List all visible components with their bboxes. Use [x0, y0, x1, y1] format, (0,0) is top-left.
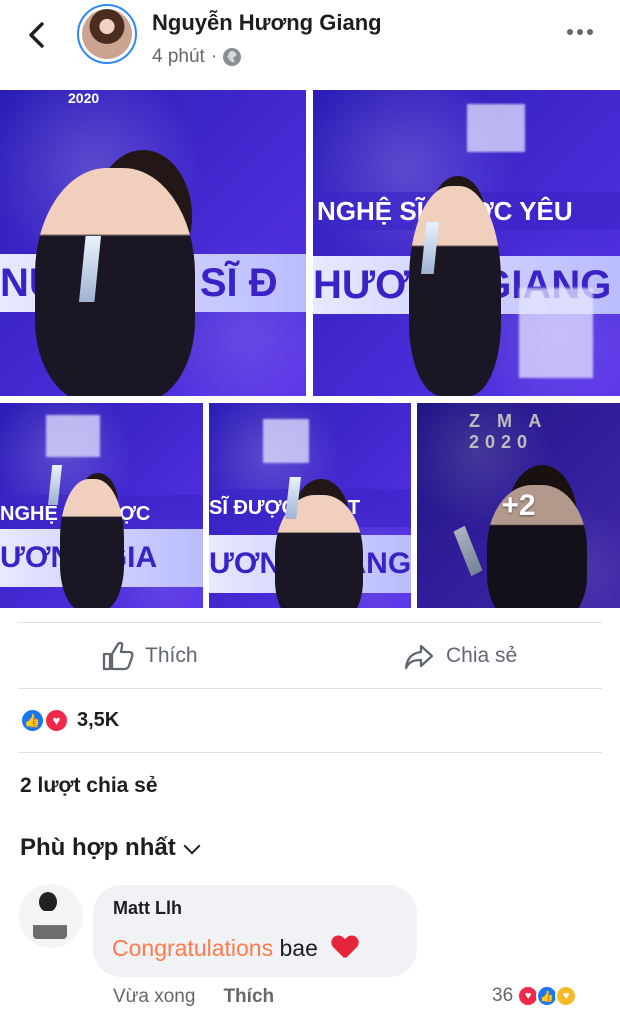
post-header: Nguyễn Hương Giang 4 phút ·	[0, 0, 620, 82]
photo-5[interactable]: Z M A 2020 +2	[417, 403, 620, 608]
commenter-avatar[interactable]	[19, 884, 83, 948]
author-name[interactable]: Nguyễn Hương Giang	[152, 10, 382, 36]
more-dot-icon	[577, 29, 583, 35]
woman-figure	[35, 168, 195, 396]
share-label: Chia sẻ	[446, 644, 518, 667]
like-button[interactable]: Thích	[100, 636, 198, 676]
reaction-summary[interactable]: 👍 ♥ 3,5K	[20, 708, 119, 733]
author-avatar[interactable]	[77, 4, 137, 64]
back-button[interactable]	[22, 20, 52, 50]
woman-figure	[60, 479, 124, 608]
photo-gallery: 2020 NỮ NGHỆ SĨ Đ NGHỆ SĨ ĐƯỢC YÊU HƯƠNG…	[0, 90, 620, 608]
thumbs-up-icon	[102, 641, 134, 671]
comment-like-button[interactable]: Thích	[223, 986, 274, 1008]
woman-figure	[409, 186, 501, 396]
like-label: Thích	[145, 644, 198, 667]
avatar-image	[82, 9, 132, 59]
event-year: 2020	[68, 90, 100, 106]
reaction-count: 3,5K	[77, 709, 120, 731]
blurred-logo	[467, 104, 525, 152]
comment-bubble: Matt Llh Congratulations bae	[93, 885, 417, 977]
more-options-button[interactable]	[565, 22, 595, 42]
meta-separator: ·	[210, 46, 218, 67]
comment-meta: Vừa xong Thích	[113, 986, 274, 1008]
comment-sort-dropdown[interactable]: Phù hợp nhất	[20, 834, 201, 862]
sort-label: Phù hợp nhất	[20, 834, 176, 861]
divider	[18, 622, 602, 623]
globe-icon	[223, 48, 242, 66]
comment-reaction-count: 36	[492, 985, 514, 1006]
comment-time: Vừa xong	[113, 986, 196, 1007]
divider	[18, 688, 602, 689]
comment-rest: bae	[279, 935, 318, 961]
chevron-down-icon	[183, 837, 201, 854]
post-actions: Thích Chia sẻ	[0, 628, 620, 686]
blurred-logo	[46, 415, 100, 457]
more-photos-count[interactable]: +2	[417, 489, 620, 523]
photo-1[interactable]: 2020 NỮ NGHỆ SĨ Đ	[0, 90, 306, 396]
share-arrow-icon	[404, 644, 434, 670]
post-time: 4 phút	[152, 46, 205, 67]
blurred-object	[519, 288, 593, 378]
share-count[interactable]: 2 lượt chia sẻ	[20, 774, 158, 798]
photo-4[interactable]: SĨ ĐƯỢC YÊU T ƯƠNG GIANG	[209, 403, 411, 608]
love-reaction-icon: ♥	[44, 708, 69, 733]
photo-2[interactable]: NGHỆ SĨ ĐƯỢC YÊU HƯƠNG GIANG	[313, 90, 620, 396]
blurred-logo	[263, 419, 309, 463]
commenter-name[interactable]: Matt Llh	[113, 898, 182, 919]
comment-text: Congratulations bae	[112, 932, 358, 962]
more-dot-icon	[587, 29, 593, 35]
more-dot-icon	[567, 29, 573, 35]
chevron-left-icon	[29, 22, 44, 48]
comment-highlight: Congratulations	[112, 935, 274, 961]
divider	[18, 752, 602, 753]
photo-3[interactable]: NGHỆ SĨ ĐƯỢC ƯƠNG GIA	[0, 403, 203, 608]
heart-icon	[332, 936, 358, 960]
care-reaction-icon: ♥	[555, 985, 578, 1007]
post-meta: 4 phút ·	[152, 46, 242, 68]
comment-reaction-summary[interactable]: 36 ♥ 👍 ♥	[492, 985, 578, 1007]
like-reaction-icon: 👍	[20, 708, 45, 733]
share-button[interactable]: Chia sẻ	[403, 636, 517, 676]
